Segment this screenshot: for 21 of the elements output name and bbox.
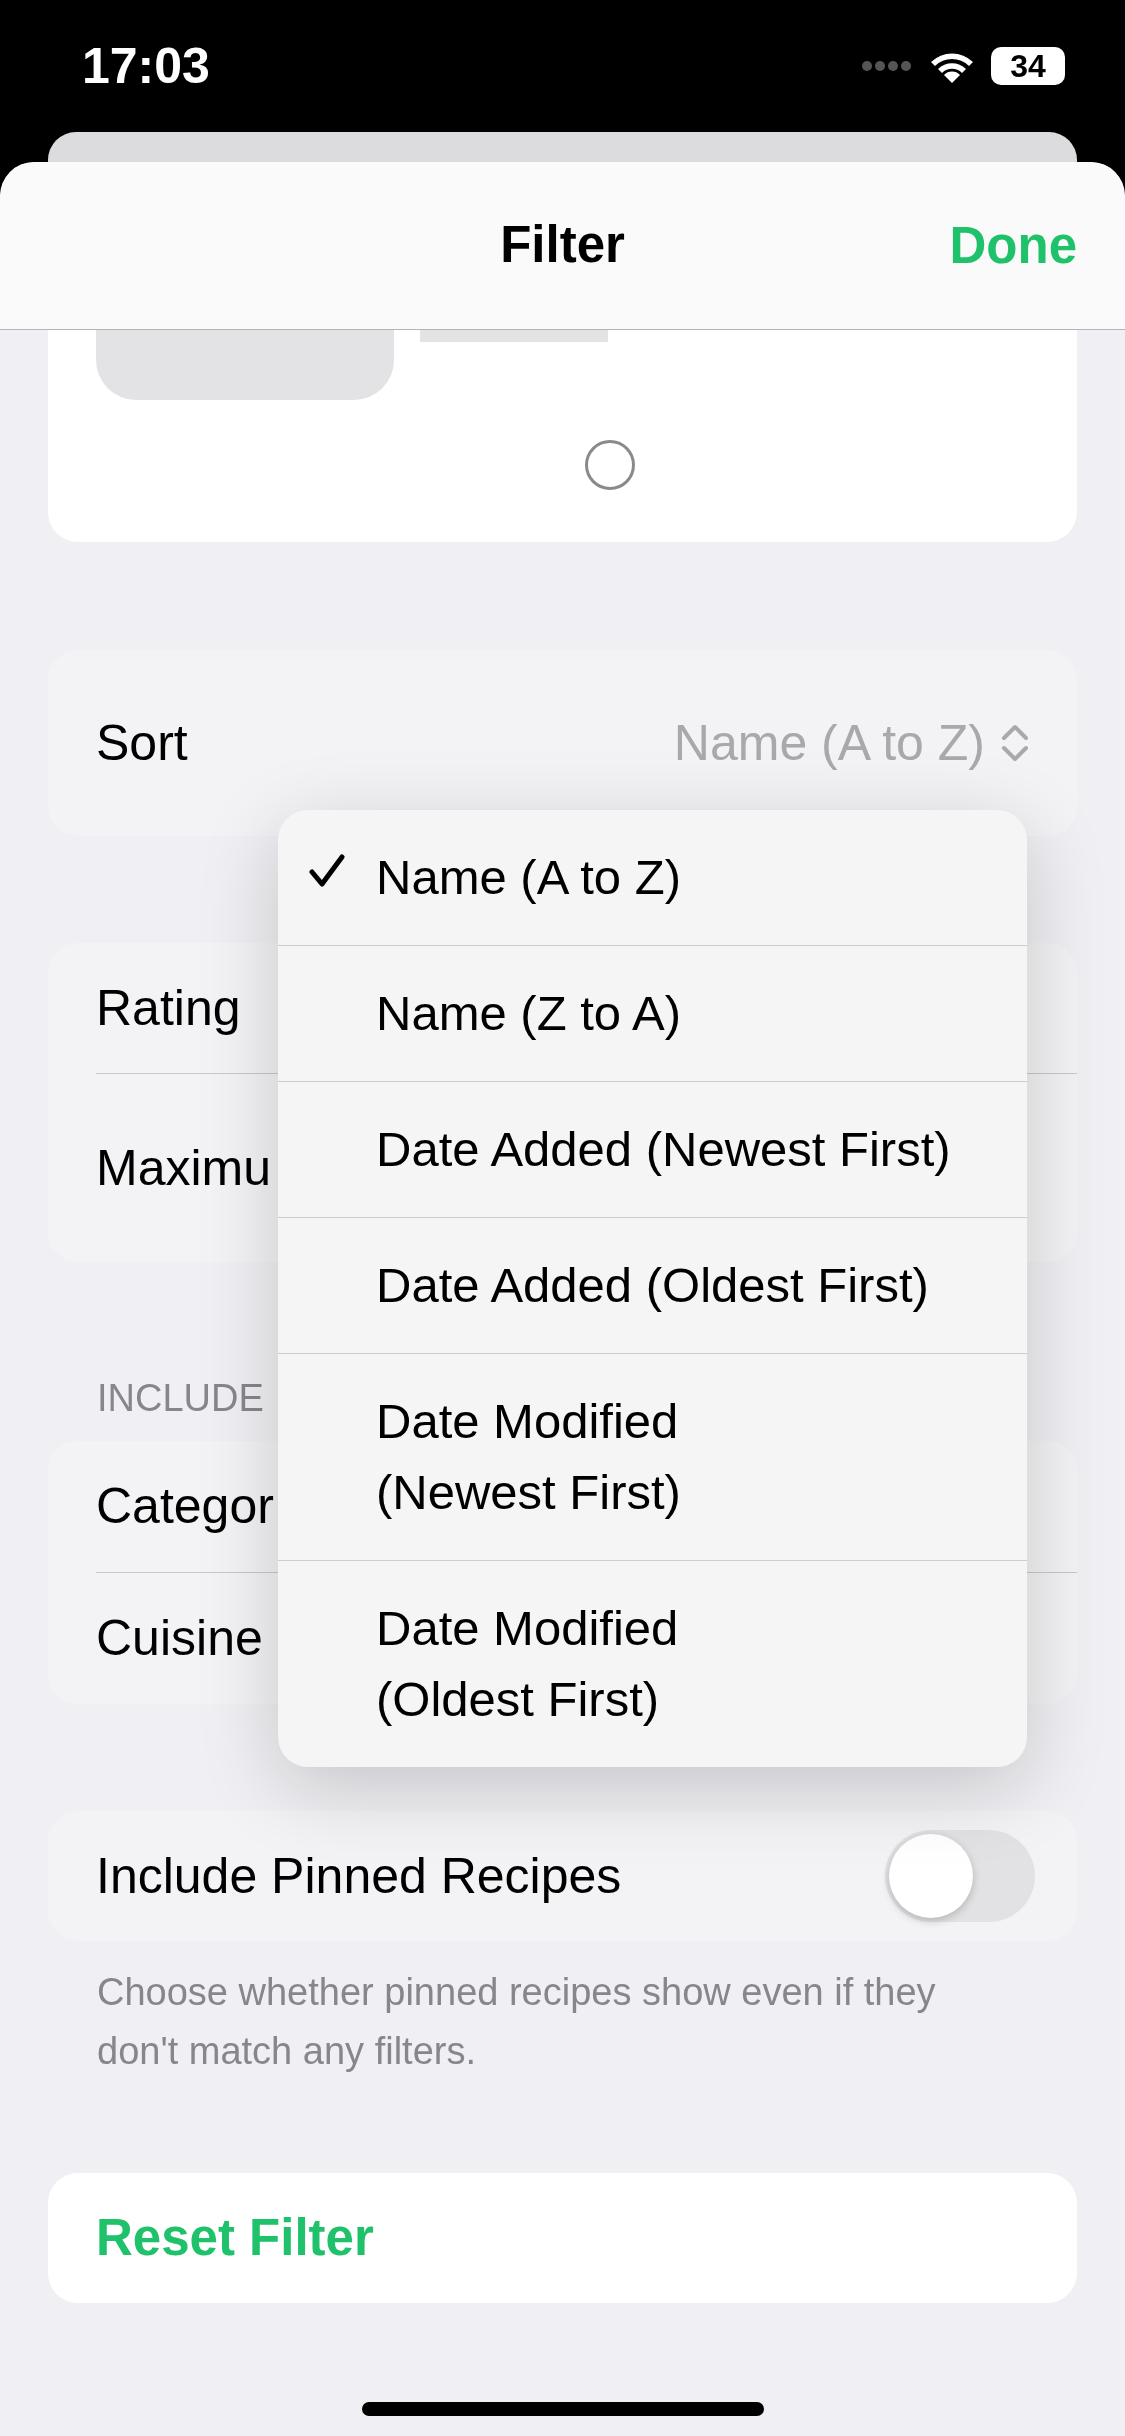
loading-circle-icon	[585, 440, 635, 490]
menu-item[interactable]: Name (Z to A)	[278, 946, 1027, 1083]
chevron-up-down-icon	[1001, 723, 1029, 763]
section-header: INCLUDE	[97, 1376, 264, 1421]
row-label: Rating	[96, 978, 241, 1038]
sheet-title: Filter	[500, 215, 625, 276]
toggle-label: Include Pinned Recipes	[96, 1846, 622, 1906]
row-label: Maximu	[96, 1138, 272, 1198]
menu-item[interactable]: Date Modified (Oldest First)	[278, 1561, 1027, 1768]
menu-item[interactable]: Date Modified (Newest First)	[278, 1354, 1027, 1562]
sort-label: Sort	[96, 713, 188, 773]
menu-item[interactable]: Name (A to Z)	[278, 810, 1027, 947]
row-label: Cuisine	[96, 1609, 263, 1668]
row-label: Categor	[96, 1477, 274, 1536]
sort-value: Name (A to Z)	[673, 713, 985, 773]
signal-icon	[861, 60, 913, 72]
clock-time: 17:03	[82, 36, 210, 96]
menu-item[interactable]: Date Added (Newest First)	[278, 1082, 1027, 1219]
menu-item[interactable]: Date Added (Oldest First)	[278, 1218, 1027, 1355]
battery-level: 34	[991, 47, 1065, 85]
footer-note: Choose whether pinned recipes show even if they don't match any filters.	[96, 1970, 937, 2074]
